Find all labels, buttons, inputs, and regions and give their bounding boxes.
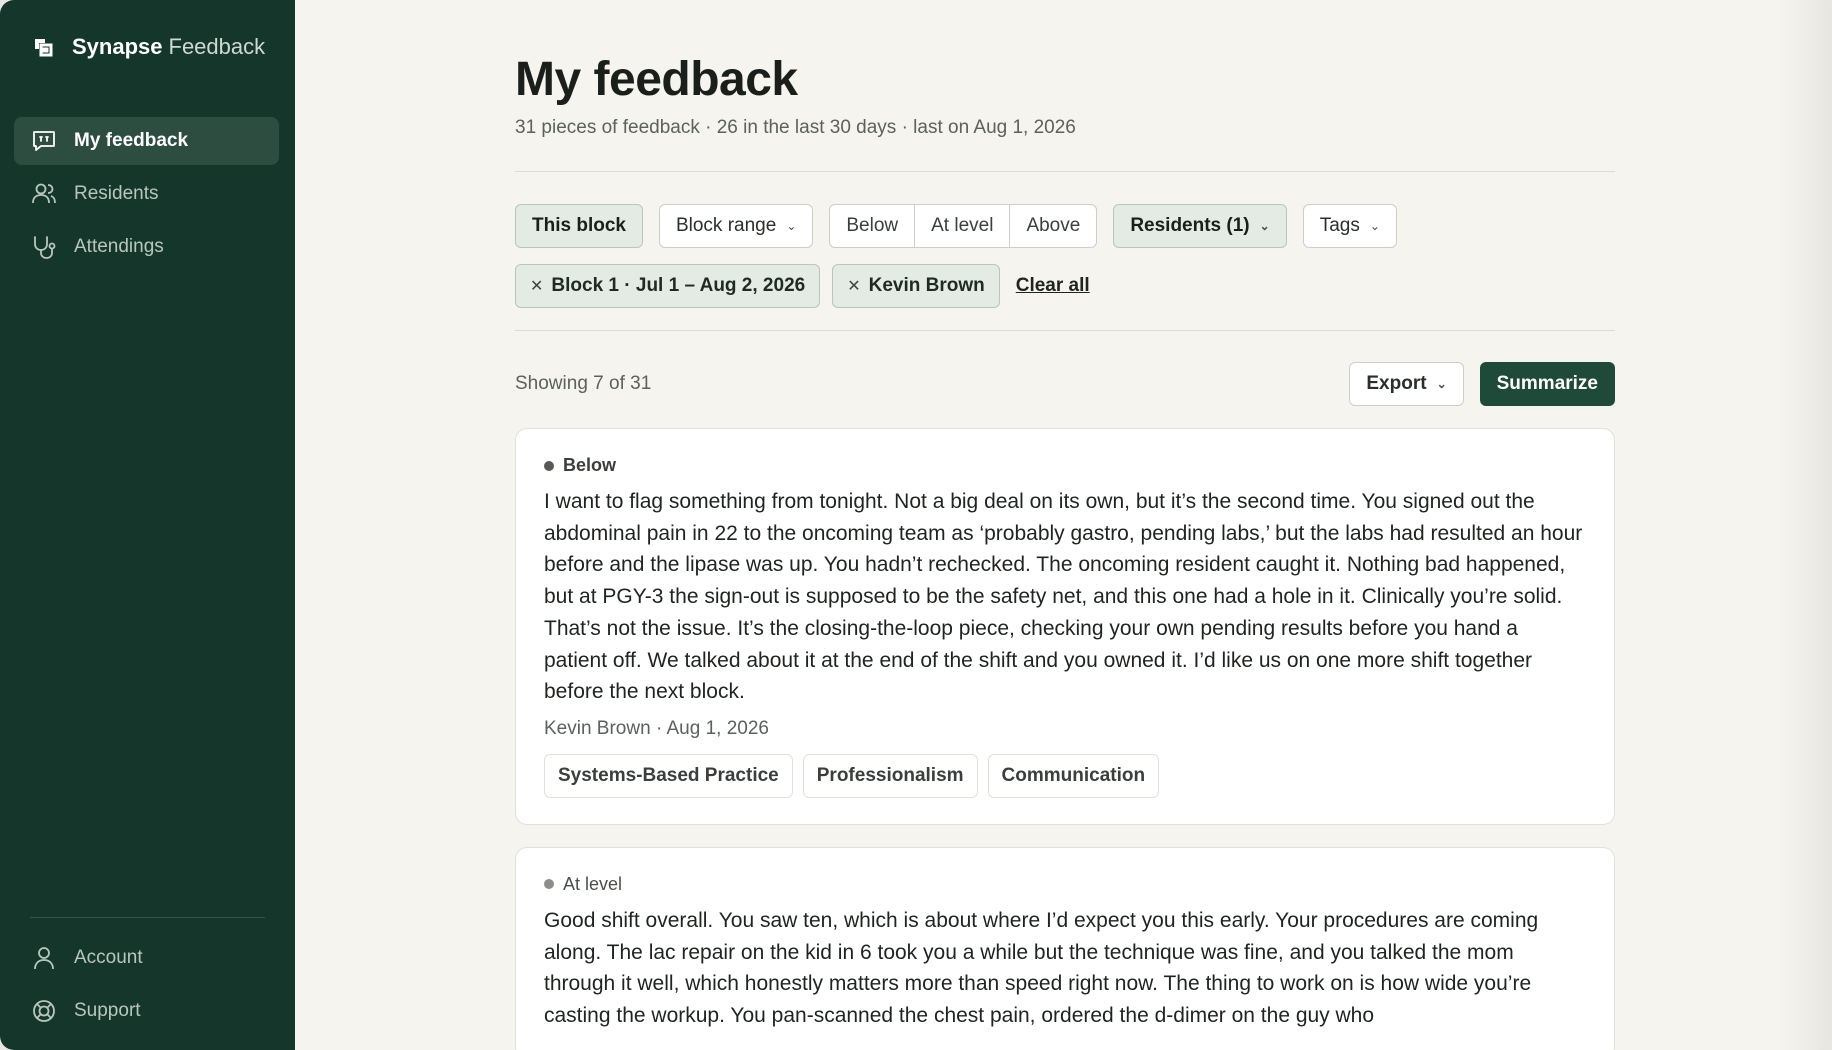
divider — [515, 330, 1615, 331]
sidebar-bottom-nav: Account Support — [14, 934, 279, 1040]
summarize-button[interactable]: Summarize — [1479, 362, 1615, 406]
sidebar-item-account[interactable]: Account — [14, 934, 279, 982]
close-icon[interactable]: ✕ — [530, 276, 543, 296]
clear-all-link[interactable]: Clear all — [1016, 275, 1090, 297]
block-range-dropdown[interactable]: Block range ⌄ — [658, 204, 814, 248]
block-range-label: Block range — [675, 215, 777, 236]
lifebuoy-icon — [33, 1000, 55, 1022]
chevron-down-icon: ⌄ — [1369, 219, 1380, 233]
chevron-down-icon: ⌄ — [1436, 377, 1447, 391]
users-icon — [32, 183, 56, 204]
this-block-button[interactable]: This block — [515, 204, 643, 248]
sidebar-item-label: Attendings — [74, 236, 164, 257]
divider — [515, 171, 1615, 172]
sidebar-item-support[interactable]: Support — [14, 987, 279, 1035]
level-label: Below — [563, 455, 617, 475]
tags-dropdown[interactable]: Tags ⌄ — [1302, 204, 1397, 248]
filter-bar: This block Block range ⌄ Below At level … — [515, 204, 1615, 248]
level-label: At level — [563, 873, 623, 894]
page-subtitle: 31 pieces of feedback · 26 in the last 3… — [515, 117, 1076, 138]
results-count: Showing 7 of 31 — [515, 373, 652, 394]
tag[interactable]: Systems-Based Practice — [544, 753, 793, 798]
sidebar: Synapse Feedback My feedback Residents A… — [0, 0, 295, 1050]
level-at-level-button[interactable]: At level — [915, 205, 1011, 247]
level-above-button[interactable]: Above — [1010, 205, 1096, 247]
level-badge: Below — [544, 455, 1586, 476]
chevron-down-icon: ⌄ — [786, 219, 797, 233]
sidebar-item-label: Account — [74, 947, 143, 968]
tag[interactable]: Professionalism — [802, 753, 978, 798]
sidebar-item-my-feedback[interactable]: My feedback — [14, 117, 279, 165]
feedback-text: Good shift overall. You saw ten, which i… — [544, 908, 1539, 1028]
level-below-button[interactable]: Below — [830, 205, 916, 247]
level-badge: At level — [544, 874, 1586, 895]
stethoscope-icon — [34, 236, 56, 259]
feedback-card[interactable]: At level Good shift overall. You saw ten… — [515, 846, 1615, 1050]
level-dot — [544, 460, 554, 471]
sidebar-divider — [30, 917, 265, 918]
level-segmented-control: Below At level Above — [829, 204, 1098, 248]
feedback-text: I want to flag something from tonight. N… — [544, 490, 1583, 704]
sidebar-item-label: My feedback — [74, 130, 189, 151]
message-quote-icon — [33, 131, 55, 151]
tag[interactable]: Communication — [987, 753, 1160, 798]
feedback-card[interactable]: Below I want to flag something from toni… — [515, 428, 1615, 825]
filter-chip-person[interactable]: ✕ Kevin Brown — [832, 264, 1000, 308]
toolbar-actions: Export ⌄ Summarize — [1349, 362, 1615, 406]
export-label: Export — [1366, 373, 1427, 394]
brand-name: Synapse — [72, 34, 163, 59]
brand[interactable]: Synapse Feedback — [32, 34, 265, 60]
filter-chip-block[interactable]: ✕ Block 1 · Jul 1 – Aug 2, 2026 — [515, 264, 821, 308]
feedback-author-date: Kevin Brown · Aug 1, 2026 — [544, 717, 769, 739]
logo-icon — [35, 39, 53, 57]
level-dot — [544, 879, 554, 890]
main-content: My feedback 31 pieces of feedback · 26 i… — [295, 0, 1832, 1050]
filter-chip-label: Block 1 · Jul 1 – Aug 2, 2026 — [551, 275, 806, 296]
sidebar-item-attendings[interactable]: Attendings — [14, 223, 279, 271]
tags-label: Tags — [1319, 215, 1360, 236]
close-icon[interactable]: ✕ — [847, 276, 860, 296]
sidebar-nav: My feedback Residents Attendings — [14, 117, 279, 276]
sidebar-item-label: Residents — [74, 183, 159, 204]
residents-label: Residents (1) — [1130, 215, 1250, 236]
brand-suffix: Feedback — [168, 34, 266, 59]
user-icon — [34, 947, 54, 970]
chevron-down-icon: ⌄ — [1259, 219, 1270, 233]
active-filters: ✕ Block 1 · Jul 1 – Aug 2, 2026 ✕ Kevin … — [515, 264, 1615, 308]
export-dropdown[interactable]: Export ⌄ — [1349, 362, 1464, 406]
tag-list: Systems-Based Practice Professionalism C… — [544, 753, 1586, 798]
residents-dropdown[interactable]: Residents (1) ⌄ — [1113, 204, 1287, 248]
page-title: My feedback — [515, 53, 798, 106]
app-window: Synapse Feedback My feedback Residents A… — [0, 0, 1832, 1050]
filter-chip-label: Kevin Brown — [868, 275, 985, 296]
sidebar-item-label: Support — [74, 1000, 141, 1021]
sidebar-item-residents[interactable]: Residents — [14, 170, 279, 218]
results-toolbar: Showing 7 of 31 Export ⌄ Summarize — [515, 362, 1615, 406]
